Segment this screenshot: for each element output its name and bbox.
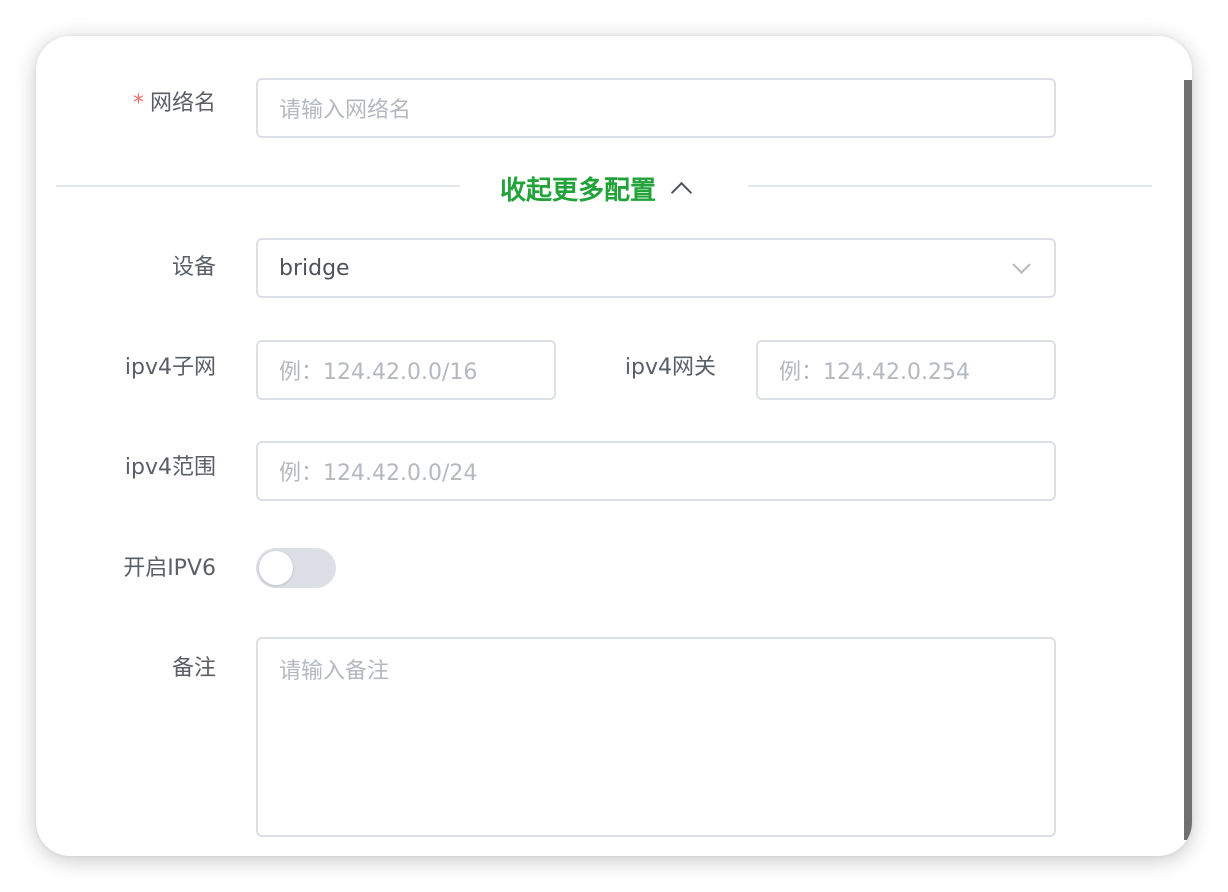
ipv4-range-label: ipv4范围 (124, 455, 216, 480)
remark-placeholder: 请输入备注 (279, 659, 390, 684)
ipv4-subnet-label: ipv4子网 (124, 355, 216, 380)
network-name-label: * 网络名 (132, 91, 216, 116)
enable-ipv6-switch[interactable] (256, 548, 336, 588)
chevron-down-icon (1012, 255, 1031, 274)
collapse-more-config-toggle[interactable]: 收起更多配置 (500, 168, 693, 208)
ipv4-subnet-input[interactable]: 例：124.42.0.0/16 (256, 340, 556, 400)
device-selected-value: bridge (279, 255, 350, 281)
divider-left (56, 185, 460, 187)
ipv4-gateway-input[interactable]: 例：124.42.0.254 (756, 340, 1056, 400)
remark-label: 备注 (171, 656, 216, 681)
ipv4-range-input[interactable]: 例：124.42.0.0/24 (256, 441, 1056, 501)
network-form-dialog: * 网络名 请输入网络名 收起更多配置 设备 bridge ipv4子网 例：12… (36, 36, 1192, 856)
switch-knob (259, 551, 293, 585)
ipv4-range-placeholder: 例：124.42.0.0/24 (279, 461, 478, 486)
ipv4-gateway-placeholder: 例：124.42.0.254 (779, 360, 970, 385)
collapse-more-config-label: 收起更多配置 (500, 175, 657, 206)
ipv4-subnet-placeholder: 例：124.42.0.0/16 (279, 360, 478, 385)
remark-textarea[interactable]: 请输入备注 (256, 637, 1056, 837)
ipv4-gateway-label: ipv4网关 (624, 355, 716, 380)
device-select[interactable]: bridge (256, 238, 1056, 298)
network-name-input[interactable]: 请输入网络名 (256, 78, 1056, 138)
network-name-placeholder: 请输入网络名 (279, 98, 412, 123)
required-mark: * (132, 91, 144, 116)
device-label: 设备 (171, 255, 216, 280)
chevron-up-icon (670, 181, 693, 203)
enable-ipv6-label: 开启IPV6 (123, 556, 216, 581)
scrollbar-edge (1184, 80, 1192, 840)
divider-right (748, 185, 1152, 187)
page: * 网络名 请输入网络名 收起更多配置 设备 bridge ipv4子网 例：12… (0, 0, 1228, 892)
